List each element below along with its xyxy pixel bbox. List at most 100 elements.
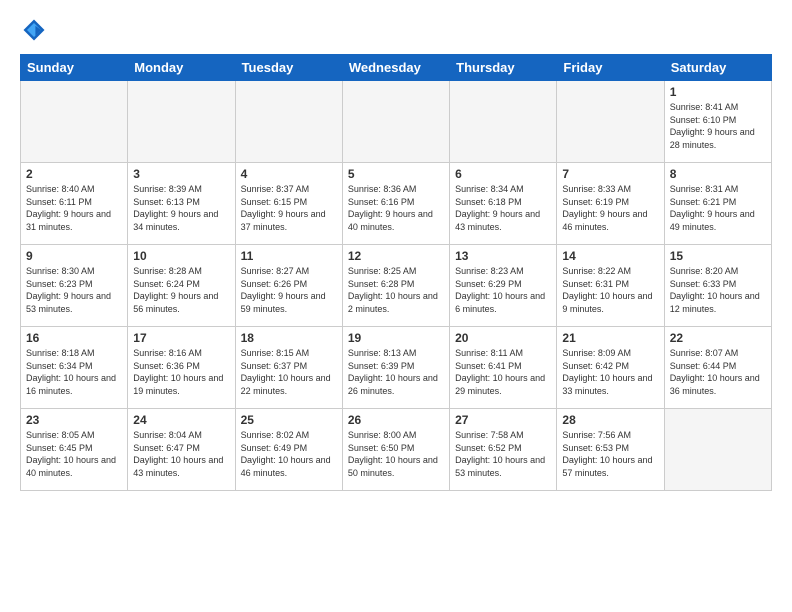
day-info: Sunrise: 8:31 AM Sunset: 6:21 PM Dayligh…: [670, 183, 766, 233]
col-header-sunday: Sunday: [21, 55, 128, 81]
calendar-cell: 22 Sunrise: 8:07 AM Sunset: 6:44 PM Dayli…: [664, 327, 771, 409]
day-info: Sunrise: 8:20 AM Sunset: 6:33 PM Dayligh…: [670, 265, 766, 315]
calendar-week-1: 2Sunrise: 8:40 AM Sunset: 6:11 PM Daylig…: [21, 163, 772, 245]
calendar-cell: 10Sunrise: 8:28 AM Sunset: 6:24 PM Dayli…: [128, 245, 235, 327]
logo: [20, 16, 52, 44]
calendar-cell: 17 Sunrise: 8:16 AM Sunset: 6:36 PM Dayli…: [128, 327, 235, 409]
calendar-cell: 8 Sunrise: 8:31 AM Sunset: 6:21 PM Daylig…: [664, 163, 771, 245]
day-info: Sunrise: 8:27 AM Sunset: 6:26 PM Dayligh…: [241, 265, 337, 315]
day-number: 3: [133, 167, 229, 181]
day-number: 27: [455, 413, 551, 427]
day-number: 13: [455, 249, 551, 263]
day-number: 16: [26, 331, 122, 345]
calendar-cell: [128, 81, 235, 163]
calendar-cell: 21 Sunrise: 8:09 AM Sunset: 6:42 PM Dayli…: [557, 327, 664, 409]
calendar-table: SundayMondayTuesdayWednesdayThursdayFrid…: [20, 54, 772, 491]
calendar-cell: 25 Sunrise: 8:02 AM Sunset: 6:49 PM Dayli…: [235, 409, 342, 491]
calendar-cell: 5 Sunrise: 8:36 AM Sunset: 6:16 PM Daylig…: [342, 163, 449, 245]
calendar-cell: 28 Sunrise: 7:56 AM Sunset: 6:53 PM Dayli…: [557, 409, 664, 491]
day-number: 15: [670, 249, 766, 263]
day-number: 4: [241, 167, 337, 181]
day-number: 19: [348, 331, 444, 345]
day-number: 8: [670, 167, 766, 181]
day-info: Sunrise: 8:39 AM Sunset: 6:13 PM Dayligh…: [133, 183, 229, 233]
calendar-cell: [21, 81, 128, 163]
calendar-cell: 9 Sunrise: 8:30 AM Sunset: 6:23 PM Daylig…: [21, 245, 128, 327]
day-number: 24: [133, 413, 229, 427]
day-number: 22: [670, 331, 766, 345]
calendar-cell: 3 Sunrise: 8:39 AM Sunset: 6:13 PM Daylig…: [128, 163, 235, 245]
day-info: Sunrise: 8:13 AM Sunset: 6:39 PM Dayligh…: [348, 347, 444, 397]
day-info: Sunrise: 8:25 AM Sunset: 6:28 PM Dayligh…: [348, 265, 444, 315]
calendar-cell: [557, 81, 664, 163]
day-info: Sunrise: 8:37 AM Sunset: 6:15 PM Dayligh…: [241, 183, 337, 233]
calendar-cell: [664, 409, 771, 491]
col-header-thursday: Thursday: [450, 55, 557, 81]
day-info: Sunrise: 8:15 AM Sunset: 6:37 PM Dayligh…: [241, 347, 337, 397]
header: [20, 16, 772, 44]
day-info: Sunrise: 8:23 AM Sunset: 6:29 PM Dayligh…: [455, 265, 551, 315]
calendar-cell: 12 Sunrise: 8:25 AM Sunset: 6:28 PM Dayli…: [342, 245, 449, 327]
day-number: 23: [26, 413, 122, 427]
day-number: 5: [348, 167, 444, 181]
calendar-cell: 2Sunrise: 8:40 AM Sunset: 6:11 PM Daylig…: [21, 163, 128, 245]
day-info: Sunrise: 8:00 AM Sunset: 6:50 PM Dayligh…: [348, 429, 444, 479]
day-info: Sunrise: 8:41 AM Sunset: 6:10 PM Dayligh…: [670, 101, 766, 151]
day-number: 20: [455, 331, 551, 345]
calendar-cell: [450, 81, 557, 163]
day-number: 17: [133, 331, 229, 345]
day-info: Sunrise: 8:22 AM Sunset: 6:31 PM Dayligh…: [562, 265, 658, 315]
day-number: 25: [241, 413, 337, 427]
calendar-week-3: 16 Sunrise: 8:18 AM Sunset: 6:34 PM Dayli…: [21, 327, 772, 409]
calendar-cell: 20Sunrise: 8:11 AM Sunset: 6:41 PM Dayli…: [450, 327, 557, 409]
calendar-cell: [235, 81, 342, 163]
calendar-week-4: 23 Sunrise: 8:05 AM Sunset: 6:45 PM Dayli…: [21, 409, 772, 491]
calendar-week-2: 9 Sunrise: 8:30 AM Sunset: 6:23 PM Daylig…: [21, 245, 772, 327]
day-info: Sunrise: 8:28 AM Sunset: 6:24 PM Dayligh…: [133, 265, 229, 315]
calendar-cell: 4 Sunrise: 8:37 AM Sunset: 6:15 PM Daylig…: [235, 163, 342, 245]
day-info: Sunrise: 8:04 AM Sunset: 6:47 PM Dayligh…: [133, 429, 229, 479]
day-number: 7: [562, 167, 658, 181]
day-info: Sunrise: 8:09 AM Sunset: 6:42 PM Dayligh…: [562, 347, 658, 397]
calendar-cell: 1 Sunrise: 8:41 AM Sunset: 6:10 PM Daylig…: [664, 81, 771, 163]
day-info: Sunrise: 8:36 AM Sunset: 6:16 PM Dayligh…: [348, 183, 444, 233]
day-number: 21: [562, 331, 658, 345]
col-header-wednesday: Wednesday: [342, 55, 449, 81]
day-info: Sunrise: 8:34 AM Sunset: 6:18 PM Dayligh…: [455, 183, 551, 233]
day-info: Sunrise: 8:18 AM Sunset: 6:34 PM Dayligh…: [26, 347, 122, 397]
day-info: Sunrise: 8:16 AM Sunset: 6:36 PM Dayligh…: [133, 347, 229, 397]
calendar-cell: 23 Sunrise: 8:05 AM Sunset: 6:45 PM Dayli…: [21, 409, 128, 491]
calendar-cell: 26 Sunrise: 8:00 AM Sunset: 6:50 PM Dayli…: [342, 409, 449, 491]
col-header-friday: Friday: [557, 55, 664, 81]
calendar-cell: 24 Sunrise: 8:04 AM Sunset: 6:47 PM Dayli…: [128, 409, 235, 491]
day-number: 1: [670, 85, 766, 99]
day-number: 28: [562, 413, 658, 427]
day-number: 14: [562, 249, 658, 263]
day-info: Sunrise: 8:02 AM Sunset: 6:49 PM Dayligh…: [241, 429, 337, 479]
calendar-cell: 16 Sunrise: 8:18 AM Sunset: 6:34 PM Dayli…: [21, 327, 128, 409]
day-info: Sunrise: 8:30 AM Sunset: 6:23 PM Dayligh…: [26, 265, 122, 315]
calendar-cell: 11 Sunrise: 8:27 AM Sunset: 6:26 PM Dayli…: [235, 245, 342, 327]
col-header-monday: Monday: [128, 55, 235, 81]
calendar-cell: 18Sunrise: 8:15 AM Sunset: 6:37 PM Dayli…: [235, 327, 342, 409]
day-number: 9: [26, 249, 122, 263]
calendar-cell: 6 Sunrise: 8:34 AM Sunset: 6:18 PM Daylig…: [450, 163, 557, 245]
calendar-cell: [342, 81, 449, 163]
day-number: 26: [348, 413, 444, 427]
calendar-header-row: SundayMondayTuesdayWednesdayThursdayFrid…: [21, 55, 772, 81]
page-container: SundayMondayTuesdayWednesdayThursdayFrid…: [0, 0, 792, 501]
day-info: Sunrise: 7:58 AM Sunset: 6:52 PM Dayligh…: [455, 429, 551, 479]
day-number: 11: [241, 249, 337, 263]
calendar-cell: 13 Sunrise: 8:23 AM Sunset: 6:29 PM Dayli…: [450, 245, 557, 327]
day-number: 6: [455, 167, 551, 181]
day-info: Sunrise: 8:07 AM Sunset: 6:44 PM Dayligh…: [670, 347, 766, 397]
day-number: 12: [348, 249, 444, 263]
calendar-cell: 27 Sunrise: 7:58 AM Sunset: 6:52 PM Dayli…: [450, 409, 557, 491]
day-info: Sunrise: 8:33 AM Sunset: 6:19 PM Dayligh…: [562, 183, 658, 233]
calendar-cell: 14 Sunrise: 8:22 AM Sunset: 6:31 PM Dayli…: [557, 245, 664, 327]
day-info: Sunrise: 8:05 AM Sunset: 6:45 PM Dayligh…: [26, 429, 122, 479]
calendar-cell: 7 Sunrise: 8:33 AM Sunset: 6:19 PM Daylig…: [557, 163, 664, 245]
day-info: Sunrise: 8:40 AM Sunset: 6:11 PM Dayligh…: [26, 183, 122, 233]
day-info: Sunrise: 7:56 AM Sunset: 6:53 PM Dayligh…: [562, 429, 658, 479]
logo-icon: [20, 16, 48, 44]
